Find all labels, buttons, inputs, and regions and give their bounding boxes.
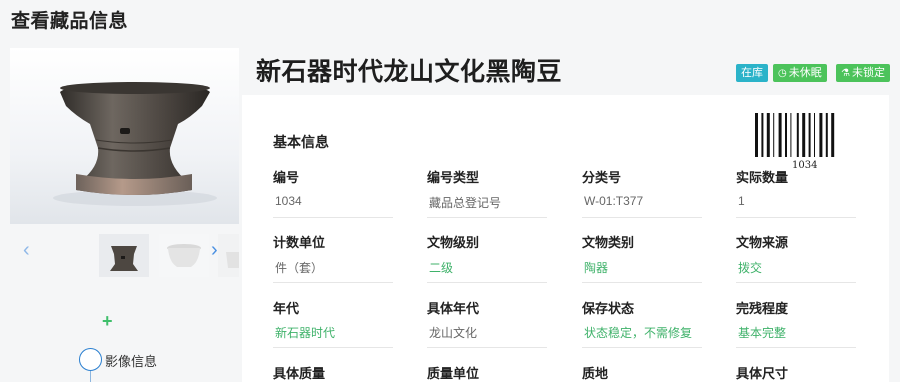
field-underline [273, 347, 393, 348]
barcode-bar [761, 113, 764, 157]
thumbnail-prev-button[interactable]: ‹ [23, 238, 30, 262]
timeline-line [90, 371, 91, 382]
field-value: 二级 [429, 261, 454, 275]
lock-badge: ⚗ 未锁定 [836, 64, 890, 82]
barcode-bar [796, 113, 799, 157]
field-label: 具体尺寸 [736, 366, 789, 381]
field-label: 质地 [582, 366, 609, 381]
field-underline [736, 282, 856, 283]
field-value: 龙山文化 [429, 326, 478, 340]
lock-icon: ⚗ [841, 68, 850, 79]
field-underline [273, 282, 393, 283]
field-label: 年代 [273, 301, 300, 316]
item-title: 新石器时代龙山文化黑陶豆 [256, 58, 563, 86]
field-value: 1034 [275, 194, 302, 208]
page-title: 查看藏品信息 [11, 11, 129, 32]
thumbnail-1[interactable] [99, 234, 149, 277]
barcode-bar [808, 113, 811, 157]
barcode-bar [773, 113, 775, 157]
sleep-badge-label: 未休眠 [788, 67, 822, 79]
barcode-bar [802, 113, 806, 157]
field-underline [427, 347, 547, 348]
field-label: 编号类型 [427, 170, 480, 185]
field-underline [736, 347, 856, 348]
field-label: 计数单位 [273, 235, 326, 250]
field-underline [582, 282, 702, 283]
field-underline [582, 347, 702, 348]
thumbnail-3[interactable] [218, 234, 239, 277]
barcode-bar [831, 113, 835, 157]
barcode-bar [755, 113, 758, 157]
field-underline [427, 282, 547, 283]
thumbnail-image [167, 244, 201, 267]
field-label: 文物来源 [736, 235, 789, 250]
field-value: 新石器时代 [275, 326, 336, 340]
timeline-node [79, 348, 102, 371]
barcode-bar [825, 113, 828, 157]
field-label: 具体年代 [427, 301, 480, 316]
timeline-label-image-info[interactable]: 影像信息 [105, 351, 157, 370]
barcode-bar [766, 113, 770, 157]
barcode-bar [778, 113, 782, 157]
barcode [755, 113, 835, 157]
field-value: 1 [738, 194, 745, 208]
field-label: 编号 [273, 170, 300, 185]
thumbnail-next-button[interactable]: › [211, 238, 218, 262]
barcode-number: 1034 [792, 160, 818, 171]
main-photo[interactable] [10, 48, 239, 224]
field-label: 保存状态 [582, 301, 635, 316]
field-value: 状态稳定，不需修复 [584, 326, 693, 340]
field-label: 质量单位 [427, 366, 480, 381]
section-title: 基本信息 [273, 134, 329, 150]
field-underline [427, 217, 547, 218]
thumbnail-image [226, 252, 239, 268]
field-underline [736, 217, 856, 218]
barcode-bar [790, 113, 792, 157]
field-label: 实际数量 [736, 170, 789, 185]
field-label: 具体质量 [273, 366, 326, 381]
status-badge: 在库 [736, 64, 768, 82]
barcode-bar [814, 113, 815, 157]
field-underline [582, 217, 702, 218]
chevron-left-icon: ‹ [23, 239, 30, 261]
field-value: 陶器 [584, 261, 609, 275]
field-label: 文物类别 [582, 235, 635, 250]
field-value: 藏品总登记号 [429, 196, 502, 210]
plus-icon[interactable]: + [102, 311, 113, 331]
field-label: 分类号 [582, 170, 622, 185]
field-value: W-01:T377 [584, 194, 644, 208]
chevron-right-icon: › [211, 239, 218, 261]
clock-icon: ◷ [778, 68, 787, 79]
thumbnail-2[interactable] [159, 234, 209, 277]
barcode-bar [785, 113, 787, 157]
field-value: 基本完整 [738, 326, 787, 340]
field-value: 件（套） [275, 261, 324, 275]
sleep-badge: ◷ 未休眠 [773, 64, 827, 82]
status-badge-label: 在库 [741, 67, 763, 79]
field-label: 完残程度 [736, 301, 789, 316]
lock-badge-label: 未锁定 [851, 67, 885, 79]
field-label: 文物级别 [427, 235, 480, 250]
thumbnail-image [110, 246, 138, 271]
field-underline [273, 217, 393, 218]
barcode-bar [819, 113, 823, 157]
field-value: 拨交 [738, 261, 763, 275]
artifact-image [53, 82, 217, 206]
